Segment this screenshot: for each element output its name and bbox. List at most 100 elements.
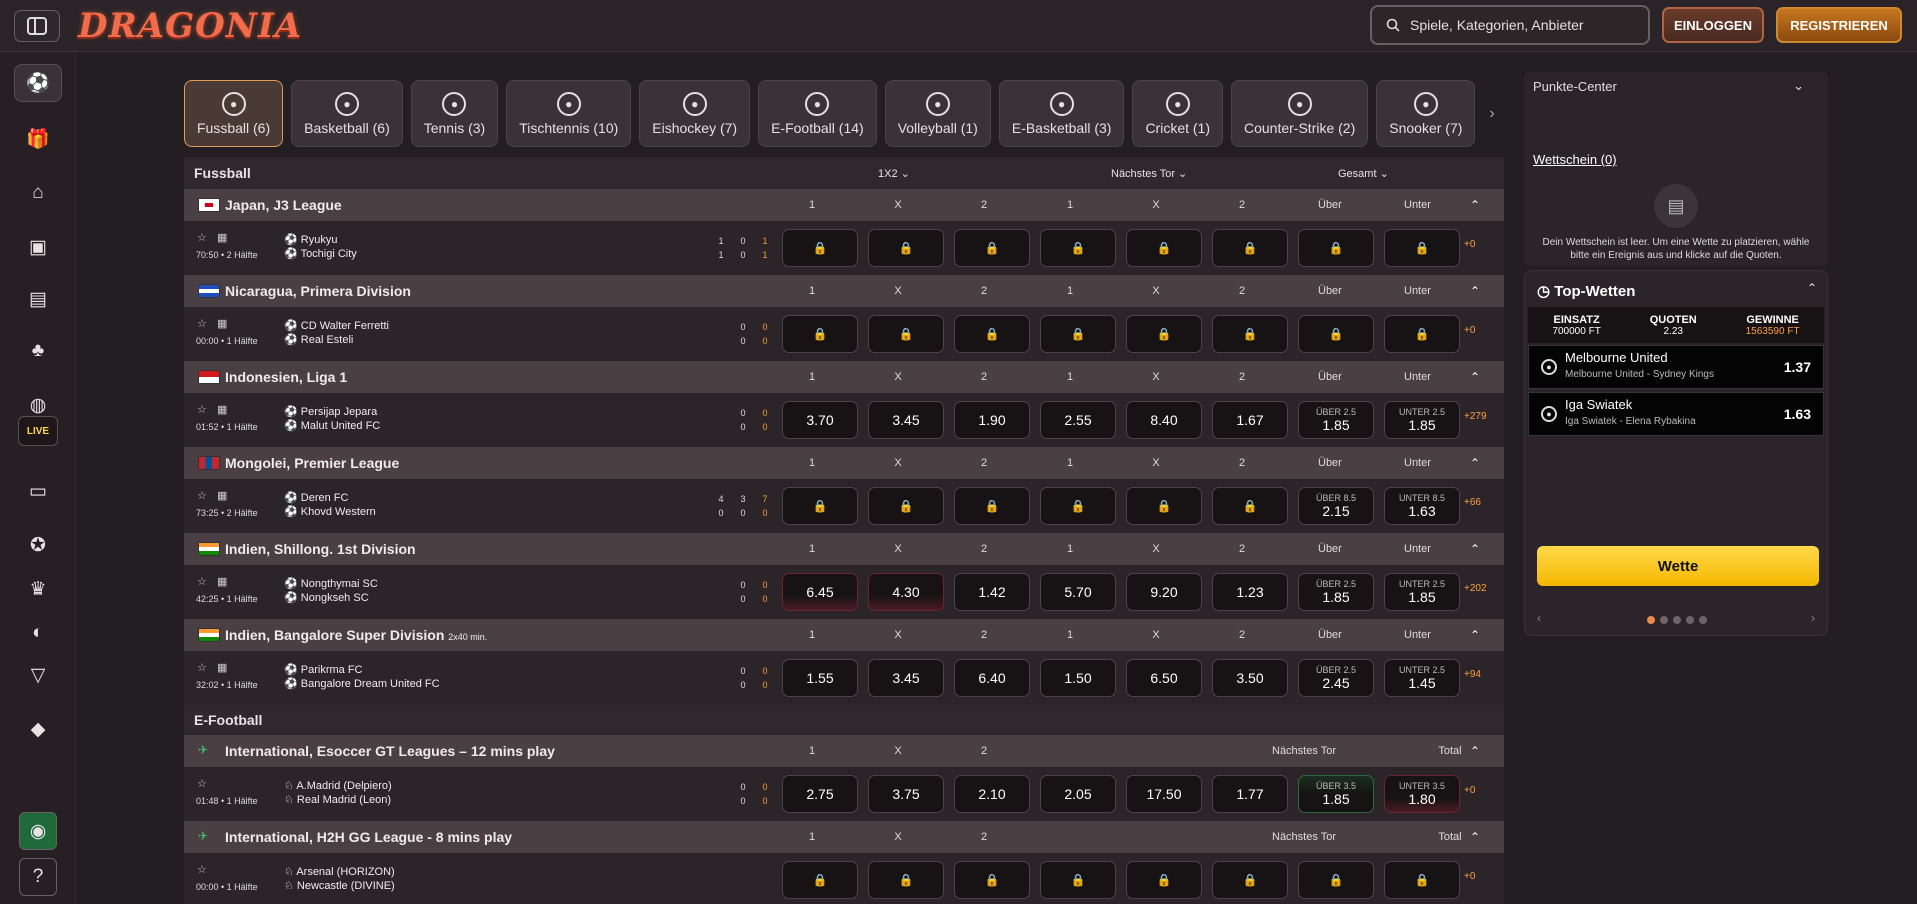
more-markets[interactable]: +0 xyxy=(1464,785,1504,796)
match-row[interactable]: ☆ 00:00 • 1 Hälfte ♘ Arsenal (HORIZON) ♘ Ne… xyxy=(184,853,1504,904)
star-icon[interactable]: ☆ xyxy=(197,317,207,330)
help-icon[interactable]: ? xyxy=(19,858,57,896)
carousel-dot[interactable] xyxy=(1686,616,1694,624)
match-row[interactable]: ☆ ▦ 00:00 • 1 Hälfte ⚽ CD Walter Ferretti ⚽ … xyxy=(184,307,1504,361)
chevron-right-icon[interactable]: › xyxy=(1484,80,1500,148)
tab-table-tennis[interactable]: ● Tischtennis (10) xyxy=(506,80,632,147)
cards-icon[interactable]: ▤ xyxy=(14,280,62,318)
chevron-up-icon[interactable]: ⌃ xyxy=(1470,542,1480,556)
carousel-dot[interactable] xyxy=(1673,616,1681,624)
more-markets[interactable]: +279 xyxy=(1464,411,1504,422)
diamond-icon[interactable]: ◆ xyxy=(14,710,62,748)
stats-icon[interactable]: ▦ xyxy=(217,575,227,588)
odd-button[interactable]: 3.70 xyxy=(782,401,858,439)
tab-ice-hockey[interactable]: ● Eishockey (7) xyxy=(639,80,751,147)
odd-button[interactable]: 6.45 xyxy=(782,573,858,611)
odd-button[interactable]: 6.50 xyxy=(1126,659,1202,697)
odd-button[interactable]: UNTER 8.5 1.63 xyxy=(1384,487,1460,525)
odd-button[interactable]: 1.42 xyxy=(954,573,1030,611)
search-input[interactable]: Spiele, Kategorien, Anbieter xyxy=(1370,5,1650,45)
star-icon[interactable]: ☆ xyxy=(197,231,207,244)
odd-button[interactable]: 1.55 xyxy=(782,659,858,697)
odd-button[interactable]: 2.10 xyxy=(954,775,1030,813)
odd-button[interactable]: 3.75 xyxy=(868,775,944,813)
stats-icon[interactable]: ▦ xyxy=(217,661,227,674)
market-select-next-goal[interactable]: Nächstes Tor ⌄ xyxy=(1111,167,1187,180)
more-markets[interactable]: +0 xyxy=(1464,871,1504,882)
market-select-1x2[interactable]: 1X2 ⌄ xyxy=(878,167,910,180)
odd-button[interactable]: 5.70 xyxy=(1040,573,1116,611)
tab-basketball[interactable]: ● Basketball (6) xyxy=(291,80,403,147)
clover-icon[interactable]: ♣ xyxy=(14,332,62,370)
palette-icon[interactable]: ◐ xyxy=(14,614,62,652)
match-row[interactable]: ☆ ▦ 42:25 • 1 Hälfte ⚽ Nongthymai SC ⚽ Nongk… xyxy=(184,565,1504,619)
login-button[interactable]: EINLOGGEN xyxy=(1662,7,1764,43)
odd-button[interactable]: 1.50 xyxy=(1040,659,1116,697)
chevron-up-icon[interactable]: ⌃ xyxy=(1470,628,1480,642)
odd-button[interactable]: 9.20 xyxy=(1126,573,1202,611)
tab-snooker[interactable]: ● Snooker (7) xyxy=(1376,80,1476,147)
more-markets[interactable]: +0 xyxy=(1464,239,1504,250)
star-icon[interactable]: ☆ xyxy=(197,575,207,588)
tab-e-basketball[interactable]: ● E-Basketball (3) xyxy=(998,80,1125,147)
league-header[interactable]: Mongolei, Premier League 1 X 2 1 X 2 Über Unter ⌃ xyxy=(184,447,1504,479)
more-markets[interactable]: +202 xyxy=(1464,583,1504,594)
top-bet-pick[interactable]: ● Melbourne United Melbourne United - Sy… xyxy=(1528,345,1824,389)
chevron-up-icon[interactable]: ⌃ xyxy=(1470,456,1480,470)
register-button[interactable]: REGISTRIEREN xyxy=(1776,7,1902,43)
match-row[interactable]: ☆ ▦ 70:50 • 2 Hälfte ⚽ Ryukyu ⚽ Tochigi City… xyxy=(184,221,1504,275)
gift-icon[interactable]: 🎁 xyxy=(14,120,62,158)
chevron-right-icon[interactable]: › xyxy=(1811,611,1815,625)
odd-button[interactable]: 1.77 xyxy=(1212,775,1288,813)
odd-button[interactable]: 2.75 xyxy=(782,775,858,813)
match-row[interactable]: ☆ ▦ 73:25 • 2 Hälfte ⚽ Deren FC ⚽ Khovd West… xyxy=(184,479,1504,533)
league-header[interactable]: Japan, J3 League 1 X 2 1 X 2 Über Unter ⌃ xyxy=(184,189,1504,221)
sidebar-toggle-button[interactable] xyxy=(14,10,60,42)
star-icon[interactable]: ☆ xyxy=(197,489,207,502)
odd-button[interactable]: 6.40 xyxy=(954,659,1030,697)
odd-button[interactable]: ÜBER 3.5 1.85 xyxy=(1298,775,1374,813)
odd-button[interactable]: 2.55 xyxy=(1040,401,1116,439)
chevron-up-icon[interactable]: ⌃ xyxy=(1470,830,1480,844)
chevron-up-icon[interactable]: ⌃ xyxy=(1470,370,1480,384)
stats-icon[interactable]: ▦ xyxy=(217,317,227,330)
match-row[interactable]: ☆ 01:48 • 1 Hälfte ♘ A.Madrid (Delpiero) ♘ … xyxy=(184,767,1504,821)
badge-icon[interactable]: ✪ xyxy=(14,526,62,564)
star-icon[interactable]: ☆ xyxy=(197,661,207,674)
points-center-dropdown[interactable]: Punkte-Center ⌄ xyxy=(1524,72,1828,100)
tab-football[interactable]: ● Fussball (6) xyxy=(184,80,284,147)
odd-button[interactable]: 17.50 xyxy=(1126,775,1202,813)
chevron-up-icon[interactable]: ⌃ xyxy=(1470,198,1480,212)
top-bet-pick[interactable]: ● Iga Swiatek Iga Swiatek - Elena Rybaki… xyxy=(1528,392,1824,436)
star-icon[interactable]: ☆ xyxy=(197,403,207,416)
carousel-dot[interactable] xyxy=(1699,616,1707,624)
odd-button[interactable]: 3.50 xyxy=(1212,659,1288,697)
carousel-dot[interactable] xyxy=(1660,616,1668,624)
basket-icon[interactable]: ▽ xyxy=(14,656,62,694)
league-header[interactable]: ✈ International, Esoccer GT Leagues – 12 … xyxy=(184,735,1504,767)
bet-button[interactable]: Wette xyxy=(1537,546,1819,586)
slot-machine-icon[interactable]: ▣ xyxy=(14,228,62,266)
bet-slip-title[interactable]: Wettschein (0) xyxy=(1533,152,1617,167)
match-row[interactable]: ☆ ▦ 32:02 • 1 Hälfte ⚽ Parikrma FC ⚽ Bangalo… xyxy=(184,651,1504,705)
tv-icon[interactable]: ▭ xyxy=(14,472,62,510)
more-markets[interactable]: +94 xyxy=(1464,669,1504,680)
league-header[interactable]: Indonesien, Liga 1 1 X 2 1 X 2 Über Unter ⌃ xyxy=(184,361,1504,393)
odd-button[interactable]: ÜBER 2.5 2.45 xyxy=(1298,659,1374,697)
more-markets[interactable]: +66 xyxy=(1464,497,1504,508)
odd-button[interactable]: 3.45 xyxy=(868,659,944,697)
sportsbook-icon[interactable]: ⚽ xyxy=(14,64,62,102)
odd-button[interactable]: 4.30 xyxy=(868,573,944,611)
league-header[interactable]: ✈ International, H2H GG League - 8 mins p… xyxy=(184,821,1504,853)
tab-cricket[interactable]: ● Cricket (1) xyxy=(1132,80,1223,147)
chevron-up-icon[interactable]: ⌃ xyxy=(1807,281,1817,295)
league-header[interactable]: Nicaragua, Primera Division 1 X 2 1 X 2 Über Unt… xyxy=(184,275,1504,307)
odd-button[interactable]: 1.23 xyxy=(1212,573,1288,611)
odd-button[interactable]: UNTER 2.5 1.85 xyxy=(1384,401,1460,439)
star-icon[interactable]: ☆ xyxy=(197,863,207,876)
logo[interactable]: DRAGONIA xyxy=(78,6,302,46)
odd-button[interactable]: ÜBER 8.5 2.15 xyxy=(1298,487,1374,525)
stats-icon[interactable]: ▦ xyxy=(217,403,227,416)
globe-icon[interactable]: ◉ xyxy=(19,812,57,850)
odd-button[interactable]: UNTER 2.5 1.85 xyxy=(1384,573,1460,611)
